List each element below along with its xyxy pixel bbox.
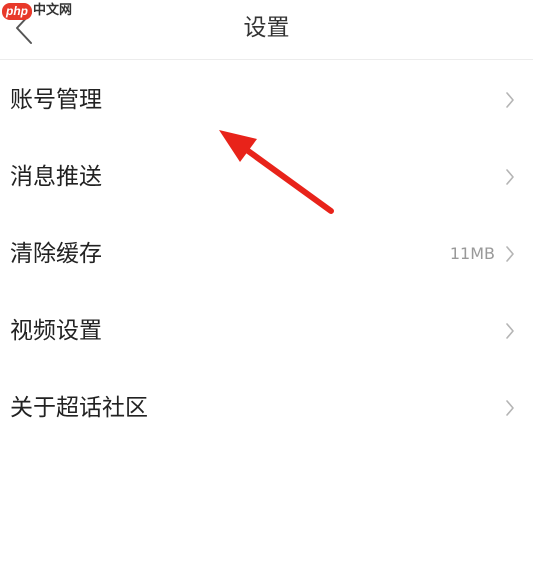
cache-size-value: 11MB bbox=[449, 243, 495, 263]
page-title: 设置 bbox=[243, 15, 290, 41]
menu-item-label: 账号管理 bbox=[10, 86, 102, 113]
chevron-right-icon bbox=[505, 91, 515, 109]
chevron-right-icon bbox=[505, 168, 515, 186]
menu-item-notifications[interactable]: 消息推送 bbox=[0, 138, 533, 215]
chevron-right-icon bbox=[505, 399, 515, 417]
watermark: php 中文网 bbox=[2, 0, 72, 22]
chevron-right-icon bbox=[505, 245, 515, 263]
watermark-logo: php bbox=[2, 2, 32, 20]
header: 设置 bbox=[0, 0, 533, 60]
menu-item-label: 消息推送 bbox=[10, 163, 102, 190]
watermark-text: 中文网 bbox=[33, 3, 73, 18]
menu-item-about[interactable]: 关于超话社区 bbox=[0, 369, 533, 446]
menu-item-label: 视频设置 bbox=[10, 317, 102, 344]
menu-item-clear-cache[interactable]: 清除缓存 11MB bbox=[0, 215, 533, 292]
settings-screen: php 中文网 设置 账号管理 消息推送 清除缓存 11MB 视频设置 关于超话… bbox=[0, 0, 533, 565]
menu-item-label: 清除缓存 bbox=[10, 240, 102, 267]
menu-item-account[interactable]: 账号管理 bbox=[0, 61, 533, 138]
chevron-right-icon bbox=[505, 322, 515, 340]
settings-menu: 账号管理 消息推送 清除缓存 11MB 视频设置 关于超话社区 bbox=[0, 61, 533, 446]
menu-item-label: 关于超话社区 bbox=[10, 394, 148, 421]
menu-item-video-settings[interactable]: 视频设置 bbox=[0, 292, 533, 369]
